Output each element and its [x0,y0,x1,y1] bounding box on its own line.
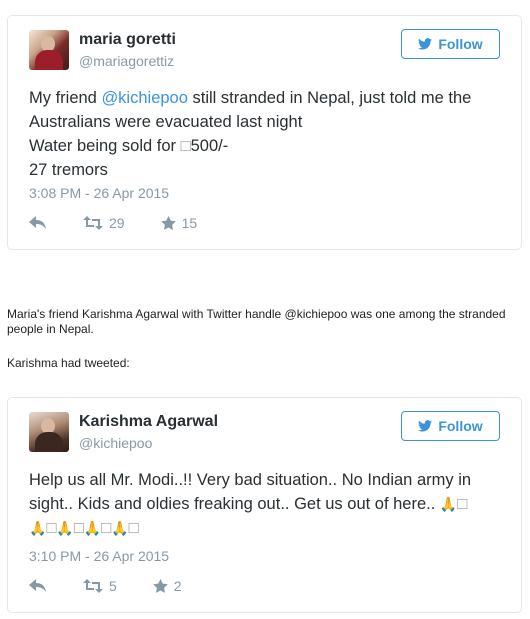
pray-emoji: 🙏 [83,520,102,536]
avatar-body-shape [35,432,63,452]
star-icon [152,579,168,593]
follow-label: Follow [438,36,483,52]
author-name[interactable]: Karishma Agarwal [79,413,218,431]
retweet-count: 5 [109,578,117,594]
retweet-count: 29 [109,215,125,231]
tweet-text: Help us all Mr. Modi..!! Very bad situat… [29,468,509,540]
avatar[interactable] [29,30,69,70]
retweet-icon [83,579,103,593]
reply-icon [29,579,46,592]
pray-emoji: 🙏 [111,520,129,536]
reply-icon [29,216,46,229]
caption-tweeted: Karishma had tweeted: [7,356,130,370]
follow-button[interactable]: Follow [401,411,500,441]
favorite-button[interactable]: 15 [160,215,198,231]
tweet-line-price: 500/- [190,137,229,155]
favorite-count: 2 [173,578,182,594]
reply-button[interactable] [29,579,47,593]
star-icon [160,216,176,230]
follow-label: Follow [438,418,483,434]
tweet-text: My friend @kichiepoo still stranded in N… [29,86,499,182]
tweet-card-karishma: Karishma Agarwal @kichiepoo Follow Help … [7,397,522,613]
author-handle[interactable]: @mariagorettiz [79,53,174,69]
tweet-text-before: My friend [29,89,102,107]
missing-glyph: □ [46,519,57,537]
avatar[interactable] [29,412,69,452]
favorite-count: 15 [181,215,198,231]
retweet-icon [83,216,103,230]
missing-glyph: □ [180,137,191,155]
follow-button[interactable]: Follow [401,29,500,59]
caption-intro: Maria's friend Karishma Agarwal with Twi… [7,307,506,336]
tweet-card-maria: maria goretti @mariagorettiz Follow My f… [7,15,522,250]
tweet-text-main: Help us all Mr. Modi..!! Very bad situat… [29,471,472,513]
retweet-button[interactable]: 29 [83,215,125,231]
pray-emoji: 🙏 [56,520,74,536]
avatar-body-shape [35,50,63,70]
missing-glyph: □ [73,519,84,537]
reply-button[interactable] [29,216,47,230]
missing-glyph: □ [128,519,139,537]
pray-emoji: 🙏 [29,520,47,536]
tweet-timestamp[interactable]: 3:08 PM - 26 Apr 2015 [29,185,169,201]
retweet-button[interactable]: 5 [83,578,117,594]
tweet-actions: 29 15 [29,215,233,231]
favorite-button[interactable]: 2 [152,578,182,594]
tweet-line-water: Water being sold for [29,137,181,155]
tweet-line-tremors: 27 tremors [29,161,108,179]
missing-glyph: □ [457,495,468,513]
tweet-actions: 5 2 [29,578,218,594]
author-name[interactable]: maria goretti [79,31,176,49]
missing-glyph: □ [101,519,112,537]
twitter-bird-icon [418,38,433,50]
pray-emoji: 🙏 [439,496,458,512]
tweet-timestamp[interactable]: 3:10 PM - 26 Apr 2015 [29,548,169,564]
author-handle[interactable]: @kichiepoo [79,435,152,451]
mention-link[interactable]: @kichiepoo [101,89,187,107]
twitter-bird-icon [418,420,433,432]
